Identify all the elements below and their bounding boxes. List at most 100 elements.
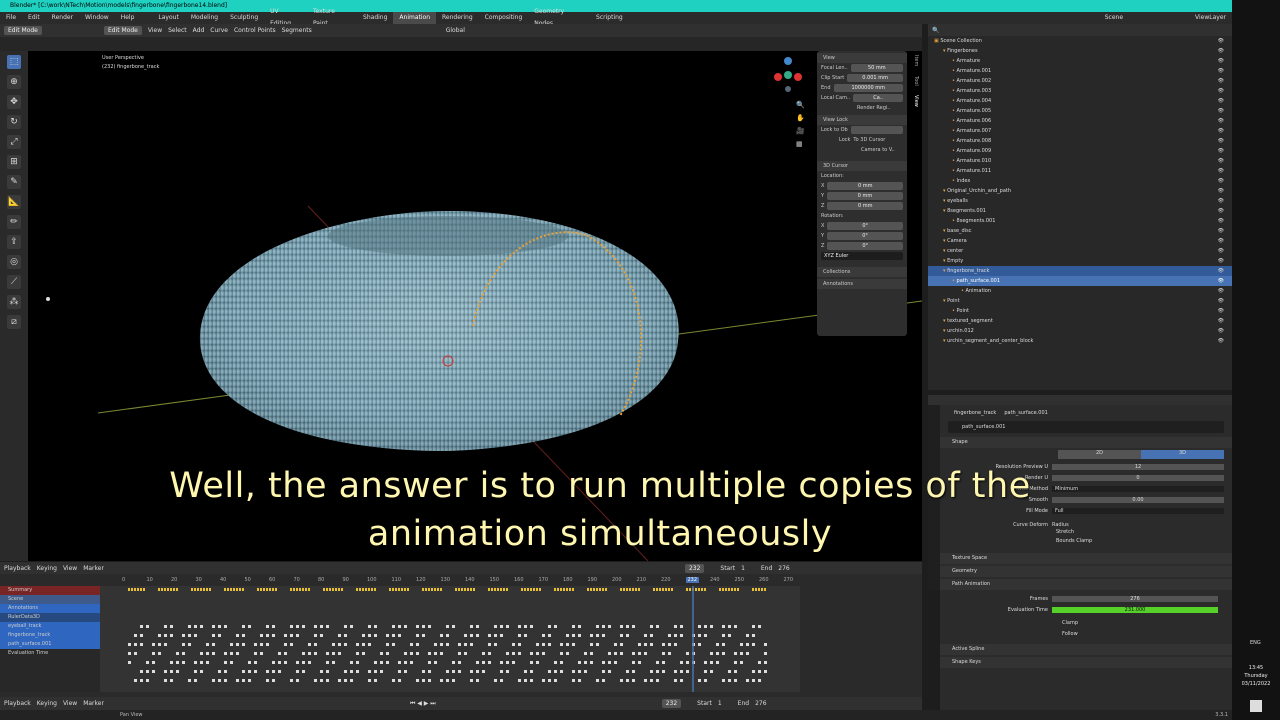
outliner-row[interactable]: • Animation 👁 <box>928 286 1232 296</box>
render-region-checkbox[interactable]: Render Regi.. <box>857 105 890 111</box>
outliner-row[interactable]: • Armature.005 👁 <box>928 106 1232 116</box>
zoom-icon[interactable]: 🔍 <box>796 99 805 112</box>
visibility-eye-icon[interactable]: 👁 <box>1218 116 1224 126</box>
channel-eyeball-track[interactable]: eyeball_track <box>0 622 100 631</box>
visibility-eye-icon[interactable]: 👁 <box>1218 46 1224 56</box>
tab-modeling[interactable]: Modeling <box>185 12 224 24</box>
playback-menu-bottom[interactable]: Playback <box>4 700 31 707</box>
geometry-panel[interactable]: Geometry <box>940 566 1232 577</box>
tab-scripting[interactable]: Scripting <box>590 12 629 24</box>
visibility-eye-icon[interactable]: 👁 <box>1218 36 1224 46</box>
frame-ruler[interactable]: 0 10 20 30 40 50 60 70 80 90 100 110 120 130 140 150 160… <box>100 574 800 586</box>
rotation-z-field[interactable]: 0° <box>827 242 903 250</box>
menu-add[interactable]: Add <box>193 27 205 34</box>
outliner-row[interactable]: • Armature.004 👁 <box>928 96 1232 106</box>
tab-tool[interactable]: Tool <box>913 76 919 86</box>
visibility-eye-icon[interactable]: 👁 <box>1218 216 1224 226</box>
location-z-field[interactable]: 0 mm <box>827 202 903 210</box>
current-frame-field-bottom[interactable]: 232 <box>661 699 682 708</box>
draw-tool-icon[interactable]: ✏ <box>7 215 21 229</box>
outliner-row[interactable]: ▾ 8segments.001 👁 <box>928 206 1232 216</box>
tab-shading[interactable]: Shading <box>357 12 393 24</box>
outliner-row[interactable]: • Armature.003 👁 <box>928 86 1232 96</box>
rotation-x-field[interactable]: 0° <box>827 222 903 230</box>
tab-layout[interactable]: Layout <box>152 12 184 24</box>
follow-checkbox[interactable]: Follow <box>940 629 1232 640</box>
end-frame-field[interactable]: 276 <box>778 565 789 572</box>
visibility-eye-icon[interactable]: 👁 <box>1218 146 1224 156</box>
visibility-eye-icon[interactable]: 👁 <box>1218 86 1224 96</box>
outliner-search-icon[interactable]: 🔍 <box>932 27 939 34</box>
outliner-row[interactable]: ▾ Fingerbones 👁 <box>928 46 1232 56</box>
channel-annotations[interactable]: Annotations <box>0 604 100 613</box>
collections-section[interactable]: Collections <box>817 267 907 277</box>
local-camera-field[interactable]: Ca.. <box>853 94 903 102</box>
channel-fingerbone-track[interactable]: fingerbone_track <box>0 631 100 640</box>
shape-keys-panel[interactable]: Shape Keys <box>940 657 1232 668</box>
visibility-eye-icon[interactable]: 👁 <box>1218 66 1224 76</box>
menu-file[interactable]: File <box>0 12 22 24</box>
outliner-row[interactable]: • Point 👁 <box>928 306 1232 316</box>
marker-menu[interactable]: Marker <box>83 565 104 572</box>
hand-pan-icon[interactable]: ✋ <box>796 112 805 125</box>
outliner-row[interactable]: • path_surface.001 👁 <box>928 276 1232 286</box>
view-menu-bottom[interactable]: View <box>63 700 77 707</box>
annotate-tool-icon[interactable]: ✎ <box>7 175 21 189</box>
visibility-eye-icon[interactable]: 👁 <box>1218 136 1224 146</box>
to-3d-cursor-checkbox[interactable]: To 3D Cursor <box>853 137 885 143</box>
visibility-eye-icon[interactable]: 👁 <box>1218 256 1224 266</box>
visibility-eye-icon[interactable]: 👁 <box>1218 276 1224 286</box>
menu-window[interactable]: Window <box>79 12 115 24</box>
outliner-row[interactable]: • Index 👁 <box>928 176 1232 186</box>
start-frame-field[interactable]: 1 <box>741 565 745 572</box>
shape-panel-header[interactable]: Shape <box>940 437 1232 448</box>
outliner-row[interactable]: ▾ urchin.012 👁 <box>928 326 1232 336</box>
visibility-eye-icon[interactable]: 👁 <box>1218 226 1224 236</box>
visibility-eye-icon[interactable]: 👁 <box>1218 306 1224 316</box>
visibility-eye-icon[interactable]: 👁 <box>1218 236 1224 246</box>
menu-curve[interactable]: Curve <box>210 27 228 34</box>
outliner-row[interactable]: • Armature.009 👁 <box>928 146 1232 156</box>
notifications-icon[interactable] <box>1250 700 1262 712</box>
transform-tool-icon[interactable]: ⊞ <box>7 155 21 169</box>
mode-selector[interactable]: Edit Mode <box>104 26 142 35</box>
outliner-row[interactable]: ▾ Camera 👁 <box>928 236 1232 246</box>
channel-evaluation-time[interactable]: Evaluation Time <box>0 649 100 658</box>
navigation-gizmo[interactable] <box>768 55 808 95</box>
visibility-eye-icon[interactable]: 👁 <box>1218 186 1224 196</box>
channel-rulerdata[interactable]: RulerData3D <box>0 613 100 622</box>
clip-start-field[interactable]: 0.001 mm <box>847 74 903 82</box>
mode-3d-button[interactable]: 3D <box>1141 450 1224 459</box>
tab-sculpting[interactable]: Sculpting <box>224 12 264 24</box>
evaluation-time-field[interactable]: 231.000 <box>1052 606 1218 613</box>
outliner-row[interactable]: • Armature.006 👁 <box>928 116 1232 126</box>
visibility-eye-icon[interactable]: 👁 <box>1218 126 1224 136</box>
visibility-eye-icon[interactable]: 👁 <box>1218 326 1224 336</box>
visibility-eye-icon[interactable]: 👁 <box>1218 246 1224 256</box>
move-tool-icon[interactable]: ✥ <box>7 95 21 109</box>
mode-2d-button[interactable]: 2D <box>1058 450 1141 459</box>
frames-field[interactable]: 276 <box>1052 595 1218 602</box>
outliner-row[interactable]: • Armature.008 👁 <box>928 136 1232 146</box>
outliner-row[interactable]: ▾ base_disc 👁 <box>928 226 1232 236</box>
outliner-row[interactable]: • 8segments.001 👁 <box>928 216 1232 226</box>
outliner-row[interactable]: ▾ textured_segment 👁 <box>928 316 1232 326</box>
keying-menu[interactable]: Keying <box>37 565 57 572</box>
menu-render[interactable]: Render <box>46 12 79 24</box>
clip-end-field[interactable]: 1000000 mm <box>833 84 903 92</box>
radius-tool-icon[interactable]: ◎ <box>7 255 21 269</box>
outliner-row[interactable]: ▾ eyeballs 👁 <box>928 196 1232 206</box>
grid-ortho-icon[interactable]: ▦ <box>796 138 805 151</box>
location-x-field[interactable]: 0 mm <box>827 182 903 190</box>
rotation-y-field[interactable]: 0° <box>827 232 903 240</box>
scene-selector[interactable]: Scene <box>1099 12 1129 24</box>
visibility-eye-icon[interactable]: 👁 <box>1218 196 1224 206</box>
end-field-bottom[interactable]: 276 <box>755 700 766 707</box>
visibility-eye-icon[interactable]: 👁 <box>1218 316 1224 326</box>
clamp-checkbox[interactable]: Clamp <box>940 618 1232 629</box>
view-section[interactable]: View <box>817 53 907 63</box>
tab-compositing[interactable]: Compositing <box>479 12 529 24</box>
lock-object-field[interactable] <box>850 126 903 134</box>
tab-item[interactable]: Item <box>913 55 919 66</box>
camera-view-icon[interactable]: 🎥 <box>796 125 805 138</box>
